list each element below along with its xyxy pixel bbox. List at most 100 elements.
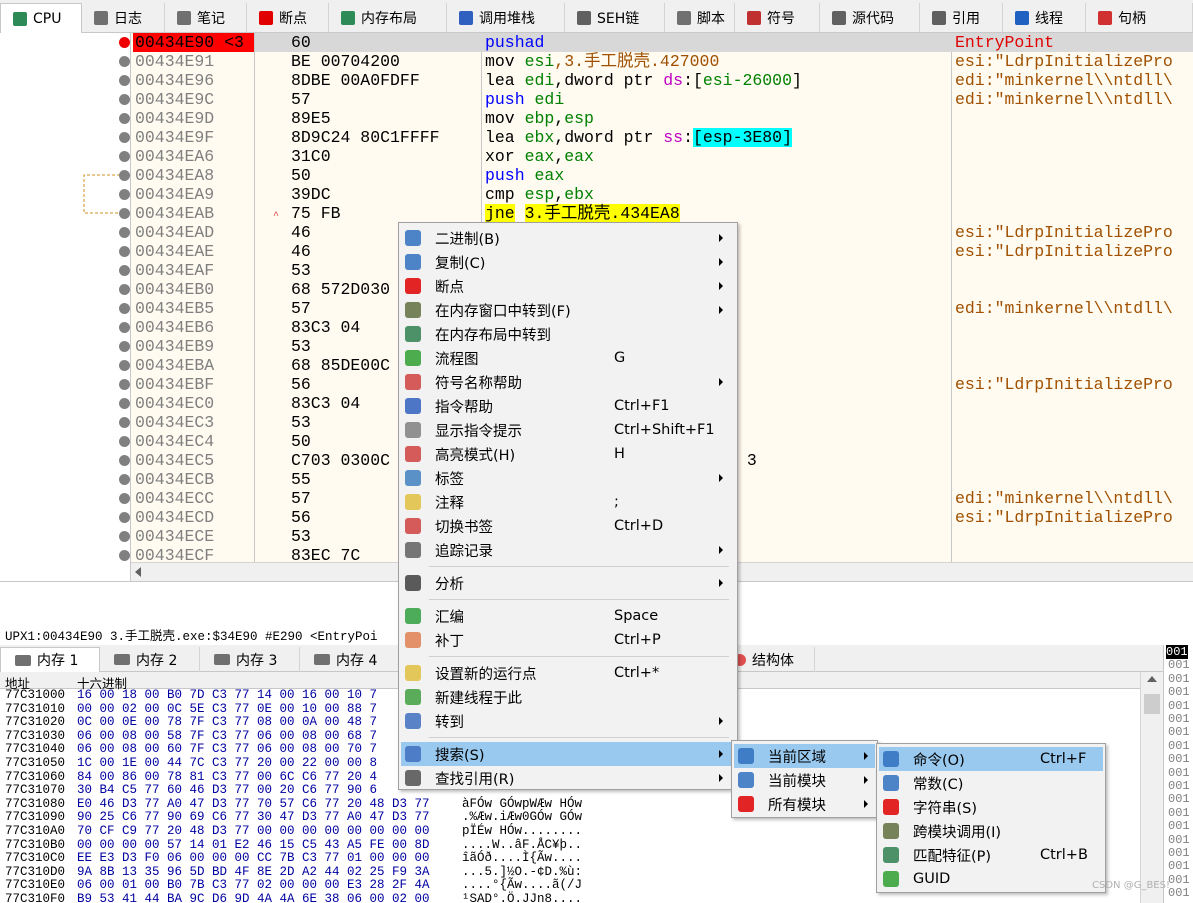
menu-item-instr-help[interactable]: 指令帮助 Ctrl+F1 xyxy=(401,394,735,418)
breakpoint-dot-icon[interactable] xyxy=(119,493,130,504)
stack-row[interactable]: 001 xyxy=(1168,712,1190,726)
breakpoint-dot-icon[interactable] xyxy=(119,227,130,238)
stack-row[interactable]: 001 xyxy=(1168,658,1190,672)
menu-item-follow-dump[interactable]: 在内存窗口中转到(F) xyxy=(401,298,735,322)
stack-row[interactable]: 001 xyxy=(1168,792,1190,806)
tab-breakpoint[interactable]: 断点 xyxy=(247,3,329,32)
tab-seh[interactable]: SEH链 xyxy=(565,3,665,32)
breakpoint-dot-icon[interactable] xyxy=(119,75,130,86)
tab-references[interactable]: 引用 xyxy=(920,3,1003,32)
breakpoint-dot-icon[interactable] xyxy=(119,151,130,162)
scroll-thumb[interactable] xyxy=(1144,694,1160,714)
stack-row[interactable]: 001 xyxy=(1168,846,1190,860)
stack-row[interactable]: 001 xyxy=(1168,859,1190,873)
disasm-row[interactable]: 00434EA9 39DC cmp esp,ebx xyxy=(0,185,1193,204)
dump-tab-4[interactable]: 内存 4 xyxy=(300,647,400,672)
menu-item-analyze[interactable]: 分析 xyxy=(401,571,735,595)
breakpoint-dot-icon[interactable] xyxy=(119,94,130,105)
breakpoint-dot-icon[interactable] xyxy=(119,531,130,542)
stack-row[interactable]: 001 xyxy=(1168,806,1190,820)
breakpoint-dot-icon[interactable] xyxy=(119,474,130,485)
menu-item-highlight[interactable]: 高亮模式(H) H xyxy=(401,442,735,466)
disasm-row[interactable]: 00434E9F 8D9C24 80C1FFFF lea ebx,dword ptr… xyxy=(0,128,1193,147)
breakpoint-dot-icon[interactable] xyxy=(119,322,130,333)
tab-memory-map[interactable]: 内存布局 xyxy=(329,3,447,32)
tab-script[interactable]: 脚本 xyxy=(665,3,735,32)
menu-item-binary[interactable]: 二进制(B) xyxy=(401,226,735,250)
menu-item-search-command[interactable]: 命令(O) Ctrl+F xyxy=(879,747,1103,771)
menu-item-search[interactable]: 搜索(S) xyxy=(401,742,735,766)
disasm-row[interactable]: 00434E9D 89E5 mov ebp,esp xyxy=(0,109,1193,128)
breakpoint-dot-icon[interactable] xyxy=(119,417,130,428)
stack-row[interactable]: 001 xyxy=(1168,833,1190,847)
stack-pane[interactable]: 001 001 001 001 001 001 001 001 001 001 001 001 001 0… xyxy=(1163,645,1193,903)
scroll-up-icon[interactable] xyxy=(1147,676,1157,682)
stack-row[interactable]: 001 xyxy=(1168,685,1190,699)
stack-row[interactable]: 001 xyxy=(1168,672,1190,686)
dump-tab-1[interactable]: 内存 1 xyxy=(0,647,100,672)
tab-handles[interactable]: 句柄 xyxy=(1086,3,1193,32)
breakpoint-dot-icon[interactable] xyxy=(119,113,130,124)
breakpoint-dot-icon[interactable] xyxy=(119,284,130,295)
breakpoint-dot-icon[interactable] xyxy=(119,341,130,352)
breakpoint-dot-icon[interactable] xyxy=(119,379,130,390)
breakpoint-dot-icon[interactable] xyxy=(119,550,130,561)
stack-row[interactable]: 001 xyxy=(1168,819,1190,833)
vertical-scrollbar[interactable] xyxy=(1140,672,1163,903)
scroll-left-icon[interactable] xyxy=(135,567,141,577)
breakpoint-dot-icon[interactable] xyxy=(119,246,130,257)
disasm-row[interactable]: 00434E9C 57 push edi edi:"minkernel\\ntdll\ xyxy=(0,90,1193,109)
menu-item-new-origin[interactable]: 设置新的运行点 Ctrl+* xyxy=(401,661,735,685)
menu-item-pattern[interactable]: 匹配特征(P) Ctrl+B xyxy=(879,843,1103,867)
menu-item-search-constant[interactable]: 常数(C) xyxy=(879,771,1103,795)
breakpoint-dot-icon[interactable] xyxy=(119,56,130,67)
stack-row[interactable]: 001 xyxy=(1166,645,1188,659)
breakpoint-dot-icon[interactable] xyxy=(119,170,130,181)
stack-row[interactable]: 001 xyxy=(1168,886,1190,900)
menu-item-binoculars[interactable]: 查找引用(R) xyxy=(401,766,735,790)
breakpoint-dot-icon[interactable] xyxy=(119,37,130,48)
menu-item-search-module[interactable]: 当前模块 xyxy=(734,768,875,792)
stack-row[interactable]: 001 xyxy=(1168,873,1190,887)
breakpoint-dot-icon[interactable] xyxy=(119,208,130,219)
stack-row[interactable]: 001 xyxy=(1168,779,1190,793)
stack-row[interactable]: 001 xyxy=(1168,699,1190,713)
tab-symbol[interactable]: 符号 xyxy=(735,3,820,32)
tab-source[interactable]: 源代码 xyxy=(820,3,920,32)
tab-threads[interactable]: 线程 xyxy=(1003,3,1086,32)
disasm-row[interactable]: 00434EA6 31C0 xor eax,eax xyxy=(0,147,1193,166)
menu-item-trace[interactable]: 追踪记录 xyxy=(401,538,735,562)
menu-item-label[interactable]: 标签 xyxy=(401,466,735,490)
menu-item-guid[interactable]: GUID xyxy=(879,867,1103,891)
menu-item-memory-map[interactable]: 在内存布局中转到 xyxy=(401,322,735,346)
stack-row[interactable]: 001 xyxy=(1168,752,1190,766)
breakpoint-dot-icon[interactable] xyxy=(119,303,130,314)
breakpoint-dot-icon[interactable] xyxy=(119,398,130,409)
breakpoint-dot-icon[interactable] xyxy=(119,132,130,143)
disasm-row[interactable]: 00434E91 BE 00704200 mov esi,3.手工脱壳.427000… xyxy=(0,52,1193,71)
menu-item-bookmark[interactable]: 切换书签 Ctrl+D xyxy=(401,514,735,538)
breakpoint-dot-icon[interactable] xyxy=(119,189,130,200)
breakpoint-dot-icon[interactable] xyxy=(119,265,130,276)
stack-row[interactable]: 001 xyxy=(1168,725,1190,739)
disasm-row[interactable]: 00434E90 <3 60 pushad EntryPoint xyxy=(0,33,1193,52)
menu-item-breakpoint[interactable]: 断点 xyxy=(401,274,735,298)
menu-item-copy[interactable]: 复制(C) xyxy=(401,250,735,274)
breakpoint-dot-icon[interactable] xyxy=(119,436,130,447)
menu-item-hint[interactable]: 显示指令提示 Ctrl+Shift+F1 xyxy=(401,418,735,442)
tab-log[interactable]: 日志 xyxy=(82,3,165,32)
disasm-row[interactable]: 00434EA8 50 push eax xyxy=(0,166,1193,185)
menu-item-search-region[interactable]: 当前区域 xyxy=(734,744,875,768)
breakpoint-dot-icon[interactable] xyxy=(119,512,130,523)
menu-item-help-ring[interactable]: 符号名称帮助 xyxy=(401,370,735,394)
breakpoint-dot-icon[interactable] xyxy=(119,455,130,466)
menu-item-search-string[interactable]: 字符串(S) xyxy=(879,795,1103,819)
menu-item-assemble[interactable]: 汇编 Space xyxy=(401,604,735,628)
menu-item-comment[interactable]: 注释; xyxy=(401,490,735,514)
tab-cpu[interactable]: CPU xyxy=(0,3,82,33)
menu-item-patch[interactable]: 补丁 Ctrl+P xyxy=(401,628,735,652)
disasm-row[interactable]: 00434E96 8DBE 00A0FDFF lea edi,dword ptr d… xyxy=(0,71,1193,90)
disasm-row[interactable]: 00434EAB 75 FB ^ jne 3.手工脱壳.434EA8 xyxy=(0,204,1193,223)
tab-notes[interactable]: 笔记 xyxy=(165,3,247,32)
menu-item-goto[interactable]: 转到 xyxy=(401,709,735,733)
